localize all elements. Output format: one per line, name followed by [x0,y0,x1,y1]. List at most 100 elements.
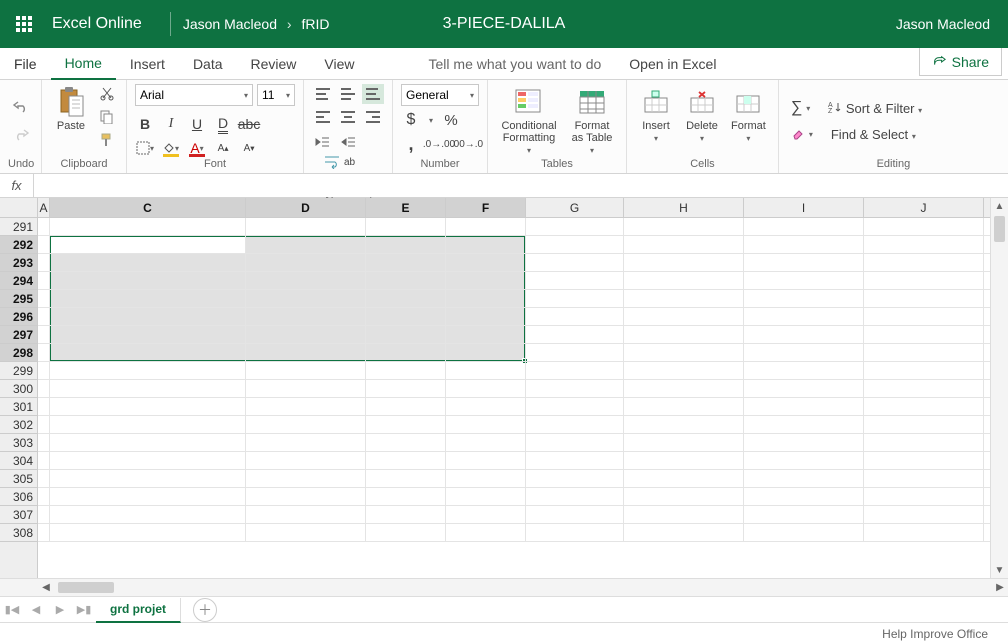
column-header[interactable]: I [744,198,864,217]
scroll-left-arrow[interactable]: ◀ [38,579,54,596]
delete-cells-button[interactable]: Delete▾ [681,84,723,146]
document-title[interactable]: 3-PIECE-DALILA [443,15,566,33]
clear-button[interactable] [791,126,805,143]
find-select-button[interactable]: Find & Select ▾ [831,127,916,142]
align-middle-button[interactable] [337,84,359,104]
horizontal-scrollbar[interactable]: ◀ ▶ [0,578,1008,596]
sheet-nav-next[interactable]: ▶ [48,603,72,616]
format-painter-button[interactable] [96,130,118,150]
row-header[interactable]: 293 [0,254,37,272]
italic-button[interactable]: I [161,114,181,134]
align-top-button[interactable] [312,84,334,104]
row-header[interactable]: 296 [0,308,37,326]
select-all-corner[interactable] [0,198,38,218]
column-header[interactable]: E [366,198,446,217]
grid-cells[interactable] [38,218,990,578]
row-header[interactable]: 300 [0,380,37,398]
row-header[interactable]: 295 [0,290,37,308]
row-headers[interactable]: 2912922932942952962972982993003013023033… [0,218,38,578]
app-launcher-button[interactable] [0,0,48,48]
spreadsheet-grid[interactable]: ACDEFGHIJ 291292293294295296297298299300… [0,198,1008,578]
breadcrumb-folder[interactable]: fRID [301,16,329,32]
column-header[interactable]: C [50,198,246,217]
tab-file[interactable]: File [0,48,51,79]
paste-button[interactable]: Paste [50,84,92,134]
currency-button[interactable]: $ [401,110,421,130]
font-family-select[interactable]: Arial▾ [135,84,253,106]
fill-color-button[interactable]: ▾ [161,138,181,158]
increase-indent-button[interactable] [338,132,358,152]
formula-input[interactable] [34,174,1008,197]
vertical-scrollbar[interactable]: ▲ ▼ [990,198,1008,578]
grow-font-button[interactable]: A▴ [213,138,233,158]
scroll-right-arrow[interactable]: ▶ [992,579,1008,596]
tab-view[interactable]: View [310,48,368,79]
conditional-formatting-button[interactable]: Conditional Formatting ▾ [496,84,562,158]
user-menu[interactable]: Jason Macleod [896,16,1008,32]
sort-filter-button[interactable]: AZ Sort & Filter ▾ [828,101,922,116]
sheet-nav-last[interactable]: ▶▮ [72,603,96,616]
column-headers[interactable]: ACDEFGHIJ [38,198,990,218]
tell-me-search[interactable]: Tell me what you want to do [429,48,602,79]
double-underline-button[interactable]: D [213,114,233,134]
row-header[interactable]: 291 [0,218,37,236]
vertical-scroll-thumb[interactable] [994,216,1005,242]
help-improve-link[interactable]: Help Improve Office [882,627,988,641]
increase-decimal-button[interactable]: .0→.00 [429,134,449,154]
row-header[interactable]: 299 [0,362,37,380]
autosum-button[interactable]: ∑ [791,99,802,117]
fx-label[interactable]: fx [0,174,34,197]
scroll-down-arrow[interactable]: ▼ [991,562,1008,578]
column-header[interactable]: A [38,198,50,217]
tab-data[interactable]: Data [179,48,237,79]
shrink-font-button[interactable]: A▾ [239,138,259,158]
decrease-decimal-button[interactable]: .00→.0 [457,134,477,154]
row-header[interactable]: 304 [0,452,37,470]
column-header[interactable]: G [526,198,624,217]
column-header[interactable]: D [246,198,366,217]
column-header[interactable]: F [446,198,526,217]
align-center-button[interactable] [337,107,359,127]
decrease-indent-button[interactable] [312,132,332,152]
open-in-excel-button[interactable]: Open in Excel [629,48,716,79]
row-header[interactable]: 298 [0,344,37,362]
column-header[interactable]: J [864,198,984,217]
horizontal-scroll-thumb[interactable] [58,582,114,593]
row-header[interactable]: 303 [0,434,37,452]
scroll-up-arrow[interactable]: ▲ [991,198,1008,214]
number-format-select[interactable]: General▾ [401,84,479,106]
wrap-text-button[interactable]: ab [320,152,384,172]
underline-button[interactable]: U [187,114,207,134]
bold-button[interactable]: B [135,114,155,134]
tab-insert[interactable]: Insert [116,48,179,79]
row-header[interactable]: 292 [0,236,37,254]
align-right-button[interactable] [362,107,384,127]
tab-review[interactable]: Review [237,48,311,79]
row-header[interactable]: 301 [0,398,37,416]
row-header[interactable]: 307 [0,506,37,524]
row-header[interactable]: 302 [0,416,37,434]
breadcrumb-root[interactable]: Jason Macleod [183,16,277,32]
breadcrumb[interactable]: Jason Macleod › fRID [183,16,330,32]
percent-button[interactable]: % [441,110,461,130]
borders-button[interactable]: ▾ [135,138,155,158]
row-header[interactable]: 297 [0,326,37,344]
format-as-table-button[interactable]: Format as Table ▾ [566,84,618,158]
redo-button[interactable] [12,128,30,142]
cut-button[interactable] [96,84,118,104]
sheet-nav-prev[interactable]: ◀ [24,603,48,616]
column-header[interactable]: H [624,198,744,217]
row-header[interactable]: 308 [0,524,37,542]
sheet-tab-active[interactable]: grd projet [96,598,181,623]
add-sheet-button[interactable]: ＋ [193,598,217,622]
row-header[interactable]: 294 [0,272,37,290]
row-header[interactable]: 305 [0,470,37,488]
align-bottom-button[interactable] [362,84,384,104]
insert-cells-button[interactable]: Insert▾ [635,84,677,146]
share-button[interactable]: Share [919,48,1002,76]
tab-home[interactable]: Home [51,48,116,80]
strikethrough-button[interactable]: abc [239,114,259,134]
font-size-select[interactable]: 11▾ [257,84,295,106]
copy-button[interactable] [96,107,118,127]
comma-button[interactable]: , [401,134,421,154]
